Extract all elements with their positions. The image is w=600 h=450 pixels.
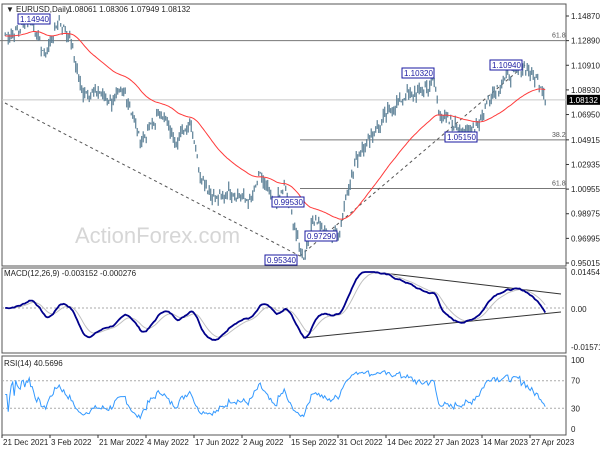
date-tick-label: 21 Dec 2021 xyxy=(3,438,49,447)
macd-lower-trendline xyxy=(302,311,562,339)
ohlc-readout: 1.08061 1.08306 1.07949 1.08132 xyxy=(68,5,191,14)
date-tick-label: 15 Sep 2022 xyxy=(291,438,337,447)
price-tick-label: 1.10910 xyxy=(571,61,600,70)
price-tick-label: 0.96995 xyxy=(571,234,600,243)
date-tick-label: 31 Oct 2022 xyxy=(339,438,383,447)
date-tick-label: 27 Jan 2023 xyxy=(435,438,480,447)
fib-label: 61.8 xyxy=(552,33,566,40)
rsi-title: RSI(14) 40.5696 xyxy=(4,359,63,368)
macd-tick-label: -0.015712 xyxy=(571,343,600,352)
macd-tick-label: 0.014549 xyxy=(571,268,600,277)
price-tick-label: 1.12890 xyxy=(571,37,600,46)
current-price-label: 1.08132 xyxy=(569,96,598,105)
date-tick-label: 3 Feb 2022 xyxy=(51,438,92,447)
date-tick-label: 14 Mar 2023 xyxy=(483,438,528,447)
date-tick-label: 17 Jun 2022 xyxy=(195,438,240,447)
symbol-title: EURUSD,Daily xyxy=(16,5,70,14)
macd-title: MACD(12,26,9) -0.003152 -0.000276 xyxy=(4,269,137,278)
rsi-tick-label: 0 xyxy=(571,425,576,434)
date-tick-label: 27 Apr 2023 xyxy=(531,438,575,447)
rsi-tick-label: 100 xyxy=(571,356,585,365)
price-tick-label: 1.00955 xyxy=(571,185,600,194)
rsi-tick-label: 30 xyxy=(571,404,580,413)
date-tick-label: 2 Aug 2022 xyxy=(243,438,284,447)
swing-label: 0.95340 xyxy=(267,256,296,265)
swing-label: 1.14940 xyxy=(20,15,49,24)
price-tick-label: 1.02935 xyxy=(571,160,600,169)
swing-label: 1.10320 xyxy=(404,69,433,78)
date-tick-label: 4 May 2022 xyxy=(147,438,189,447)
rsi-tick-label: 70 xyxy=(571,377,580,386)
price-tick-label: 1.14870 xyxy=(571,12,600,21)
moving-average-line xyxy=(5,30,546,220)
swing-label: 1.05150 xyxy=(447,133,476,142)
price-tick-label: 0.95015 xyxy=(571,259,600,268)
chart-svg: 1.14870 1.12890 1.10910 1.08930 1.06950 1.049… xyxy=(0,3,600,447)
watermark: ActionForex.com xyxy=(75,223,240,248)
price-tick-label: 1.08930 xyxy=(571,86,600,95)
symbol-dropdown-icon[interactable]: ▼ xyxy=(6,5,14,14)
price-tick-label: 1.06950 xyxy=(571,111,600,120)
swing-label: 0.97290 xyxy=(307,232,336,241)
panel-frame-2 xyxy=(1,355,567,436)
fib-label: 61.8 xyxy=(552,181,566,188)
date-tick-label: 21 Mar 2022 xyxy=(99,438,144,447)
date-tick-label: 14 Dec 2022 xyxy=(387,438,433,447)
macd-tick-label: 0.00 xyxy=(571,305,587,314)
fib-label: 38.2 xyxy=(552,132,566,139)
chart-window: 1.14870 1.12890 1.10910 1.08930 1.06950 1.049… xyxy=(0,0,600,450)
swing-label: 0.99530 xyxy=(274,198,303,207)
rsi-line xyxy=(5,370,546,420)
price-tick-label: 1.04915 xyxy=(571,136,600,145)
swing-label: 1.10940 xyxy=(492,61,521,70)
price-tick-label: 0.98975 xyxy=(571,210,600,219)
